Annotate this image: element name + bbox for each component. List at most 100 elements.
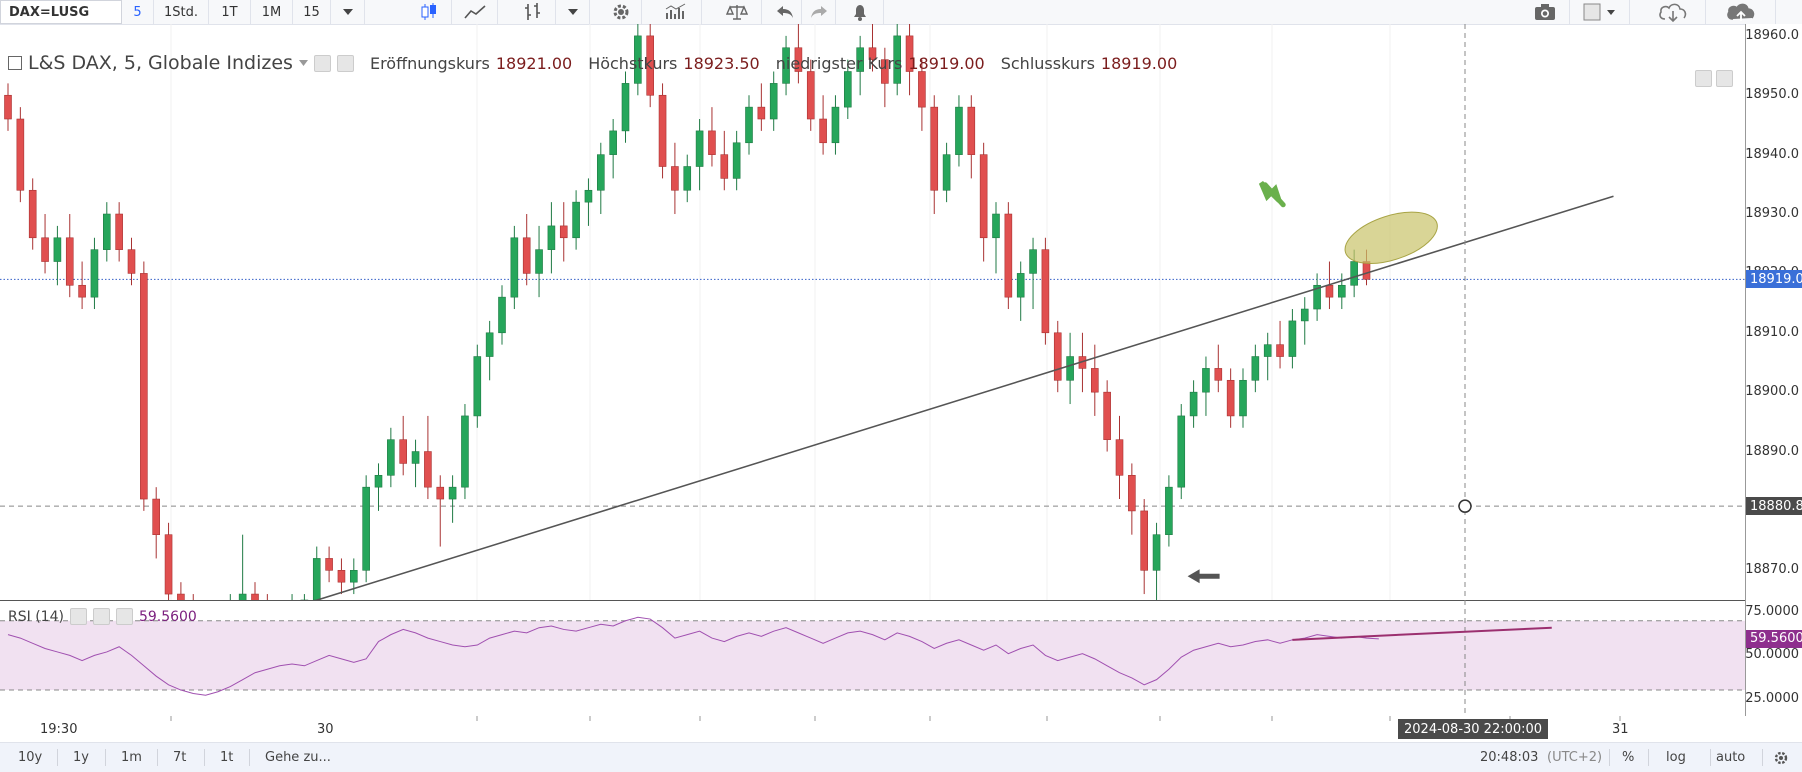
- high-label: Höchstkurs: [588, 53, 678, 73]
- legend-collapse-checkbox[interactable]: [8, 56, 22, 70]
- rsi-pane[interactable]: RSI (14) 59.5600: [0, 600, 1745, 717]
- redo-button[interactable]: [802, 0, 836, 24]
- bars-style-button[interactable]: [510, 0, 556, 24]
- interval-5-button[interactable]: 5: [122, 0, 154, 24]
- separator: [1710, 749, 1711, 766]
- candle-body: [1066, 356, 1074, 381]
- scales-icon: [725, 5, 748, 20]
- rsi-gear-icon[interactable]: [92, 608, 110, 625]
- candle-body: [1239, 379, 1247, 417]
- time-axis[interactable]: 19:30 30 31 2024-08-30 22:00:00: [0, 716, 1745, 742]
- interval-15-button[interactable]: 15: [293, 0, 331, 24]
- price-axis-label: 18870.0: [1745, 562, 1799, 578]
- candle-body: [621, 83, 630, 132]
- chart-style-dropdown[interactable]: [556, 0, 590, 24]
- candle-body: [1177, 415, 1186, 488]
- candle-body: [683, 166, 692, 191]
- candle-body: [942, 154, 951, 191]
- auto-scale-toggle[interactable]: auto: [1716, 743, 1745, 772]
- time-label-1930: 19:30: [40, 722, 78, 737]
- range-7t-button[interactable]: 7t: [173, 743, 186, 772]
- save-layout-button[interactable]: [1706, 0, 1776, 24]
- goto-date-button[interactable]: Gehe zu...: [265, 743, 331, 772]
- legend-gear-icon[interactable]: [336, 54, 354, 72]
- legend-title: L&S DAX, 5, Globale Indizes: [28, 52, 293, 74]
- ohlc-bars-icon: [524, 3, 540, 20]
- low-label: niedrigster Kurs: [775, 53, 903, 73]
- candle-body: [1029, 249, 1037, 274]
- rsi-close-icon[interactable]: [115, 608, 133, 625]
- legend-eye-icon[interactable]: [313, 54, 331, 72]
- scroll-arrows[interactable]: [1695, 70, 1733, 87]
- interval-1t-button[interactable]: 1T: [209, 0, 251, 24]
- price-chart-canvas[interactable]: [0, 24, 1745, 600]
- more-toolbar-button[interactable]: [1776, 0, 1802, 24]
- candle-body: [831, 106, 840, 144]
- main-chart-pane[interactable]: L&S DAX, 5, Globale Indizes Eröffnungsku…: [0, 24, 1745, 601]
- candle-body: [461, 415, 469, 488]
- candle-body: [424, 451, 432, 488]
- chart-settings-button[interactable]: [1773, 743, 1789, 772]
- candle-body: [1276, 344, 1284, 357]
- log-scale-toggle[interactable]: log: [1666, 743, 1686, 772]
- scroll-up-icon[interactable]: [1716, 70, 1733, 87]
- candle-body: [1288, 320, 1297, 357]
- rsi-chart-canvas[interactable]: [0, 600, 1745, 716]
- chevron-down-icon: [567, 9, 578, 15]
- redo-icon: [810, 6, 827, 18]
- separator: [1762, 749, 1763, 766]
- candle-body: [1214, 368, 1223, 381]
- candle-body: [918, 71, 926, 108]
- candle-body: [1338, 284, 1346, 298]
- separator: [249, 749, 250, 766]
- separator: [1609, 749, 1610, 766]
- range-1y-button[interactable]: 1y: [73, 743, 89, 772]
- load-layout-button[interactable]: [1640, 0, 1706, 24]
- interval-1std-button[interactable]: 1Std.: [154, 0, 209, 24]
- chevron-down-icon[interactable]: [298, 60, 308, 66]
- range-10y-button[interactable]: 10y: [18, 743, 42, 772]
- scroll-down-icon[interactable]: [1695, 70, 1712, 87]
- candle-body: [127, 249, 136, 274]
- candle-body: [535, 249, 543, 274]
- range-1t-button[interactable]: 1t: [220, 743, 233, 772]
- rsi-legend: RSI (14) 59.5600: [8, 608, 197, 625]
- undo-button[interactable]: [768, 0, 802, 24]
- rsi-eye-icon[interactable]: [69, 608, 87, 625]
- candle-body: [4, 94, 12, 120]
- interval-1m-button[interactable]: 1M: [251, 0, 293, 24]
- price-axis[interactable]: 18960.018950.018940.018930.018920.018910…: [1745, 24, 1802, 716]
- candle-body: [448, 486, 457, 500]
- candle-body: [1226, 379, 1235, 417]
- price-axis-label: 18890.0: [1745, 443, 1799, 459]
- candle-body: [522, 237, 531, 274]
- rsi-label: RSI (14): [8, 608, 64, 625]
- layout-button[interactable]: [1570, 0, 1630, 24]
- gear-icon: [613, 4, 628, 20]
- settings-button[interactable]: [600, 0, 642, 24]
- candle-body: [103, 213, 111, 250]
- candle-body: [485, 332, 494, 357]
- candle-body: [411, 451, 420, 464]
- rsi-axis-label: 25.0000: [1745, 690, 1799, 706]
- candle-body: [399, 439, 408, 464]
- symbol-search-input[interactable]: DAX=LUSG: [0, 0, 122, 24]
- candle-body: [1115, 439, 1124, 476]
- arrow-left-icon: [1187, 569, 1220, 584]
- indicators-button[interactable]: [650, 0, 702, 24]
- separator: [57, 749, 58, 766]
- open-value: 18921.00: [495, 53, 573, 73]
- candle-body: [337, 570, 346, 583]
- range-1m-button[interactable]: 1m: [121, 743, 142, 772]
- candles-style-button[interactable]: [406, 0, 452, 24]
- snapshot-button[interactable]: [1520, 0, 1570, 24]
- candle-body: [979, 154, 988, 239]
- candle-body: [510, 237, 519, 298]
- alert-button[interactable]: [836, 0, 884, 24]
- timezone-label[interactable]: (UTC+2): [1547, 743, 1602, 772]
- candle-body: [140, 273, 148, 500]
- line-style-button[interactable]: [452, 0, 498, 24]
- compare-button[interactable]: [712, 0, 762, 24]
- percent-scale-toggle[interactable]: %: [1622, 743, 1634, 772]
- interval-dropdown-button[interactable]: [331, 0, 365, 24]
